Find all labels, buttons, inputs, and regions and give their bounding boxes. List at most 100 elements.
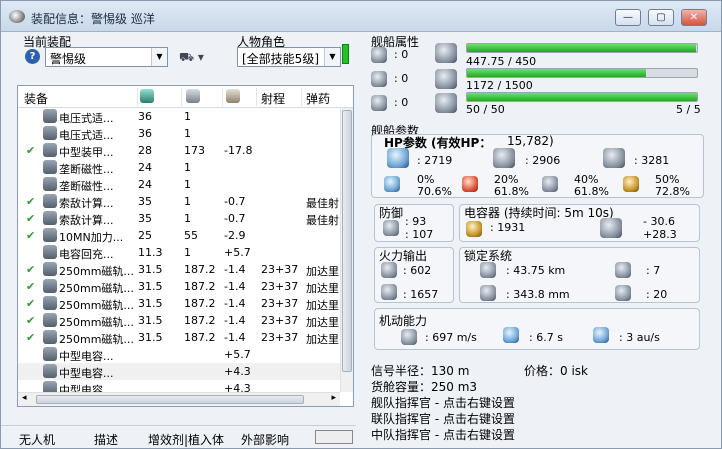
tab-external[interactable]: 外部影响 bbox=[241, 431, 289, 448]
module-pg: 24 bbox=[138, 161, 152, 174]
list-item[interactable]: 中型电容... +4.3 bbox=[18, 363, 340, 380]
structure-hp: : 3281 bbox=[634, 154, 670, 167]
horizontal-scrollbar[interactable]: ◂ ▸ bbox=[18, 392, 340, 406]
volley-value: : 1657 bbox=[403, 288, 439, 301]
header-ammo[interactable]: 弹药 bbox=[306, 90, 330, 107]
fitting-select[interactable]: 警惕级 ▼ bbox=[45, 47, 168, 67]
defense-title: 防御 bbox=[379, 206, 404, 220]
module-icon bbox=[43, 211, 57, 225]
character-select[interactable]: [全部技能5级] ▼ bbox=[237, 47, 341, 67]
list-item[interactable]: ✔ 250mm磁轨... 31.5 187.2 -1.4 23+37 加达里 bbox=[18, 278, 340, 295]
module-list[interactable]: 装备 射程 弹药 电压式适... 36 1 电压式适... 36 1 ✔ 中型装甲... 28 1… bbox=[17, 85, 354, 407]
max-velocity-icon bbox=[401, 329, 417, 345]
hp-group: HP参数 (有效HP： 15,782) : 2719 : 2906 : 3281… bbox=[371, 134, 704, 198]
list-item[interactable]: 电压式适... 36 1 bbox=[18, 108, 340, 125]
em-resist-icon bbox=[384, 176, 400, 192]
scroll-thumb[interactable] bbox=[36, 395, 304, 404]
module-pg: 11.3 bbox=[138, 246, 163, 259]
vertical-scrollbar[interactable] bbox=[340, 108, 353, 392]
dps-icon bbox=[381, 262, 397, 278]
tab-boosters-implants[interactable]: 增效剂|植入体 bbox=[148, 431, 224, 448]
module-pg: 31.5 bbox=[138, 263, 163, 276]
chevron-down-icon: ▼ bbox=[324, 48, 340, 66]
explosive-resist-armor: 72.8% bbox=[655, 185, 690, 198]
list-item[interactable]: ✔ 250mm磁轨... 31.5 187.2 -1.4 23+37 加达里 bbox=[18, 261, 340, 278]
fitting-window: 装配信息：警惕级 巡洋 — ▢ ✕ 当前装配 ? 警惕级 ▼ ⛟ ▾ 人物角色 … bbox=[0, 0, 722, 449]
wing-commander[interactable]: 联队指挥官 - 点击右键设置 bbox=[371, 410, 515, 427]
module-pg: 31.5 bbox=[138, 314, 163, 327]
list-item[interactable]: 电容回充... 11.3 1 +5.7 bbox=[18, 244, 340, 261]
module-ammo: 加达里 bbox=[306, 265, 339, 278]
cap-header-icon[interactable] bbox=[226, 89, 240, 103]
module-icon bbox=[43, 126, 57, 140]
mobility-title: 机动能力 bbox=[379, 314, 428, 328]
fleet-commander[interactable]: 舰队指挥官 - 点击右键设置 bbox=[371, 394, 515, 411]
module-icon bbox=[43, 228, 57, 242]
signature-radius: 信号半径：130 m bbox=[371, 364, 470, 378]
cpu-bar bbox=[466, 68, 698, 78]
help-icon[interactable]: ? bbox=[25, 49, 40, 64]
calibration-bar bbox=[466, 92, 698, 102]
module-icon bbox=[43, 177, 57, 191]
list-item[interactable]: ✔ 索敌计算... 35 1 -0.7 最佳射 bbox=[18, 193, 340, 210]
module-cpu: 55 bbox=[184, 229, 198, 242]
squad-commander[interactable]: 中队指挥官 - 点击右键设置 bbox=[371, 426, 515, 443]
checkmark-icon: ✔ bbox=[26, 195, 36, 208]
pg-header-icon[interactable] bbox=[140, 89, 154, 103]
high-slot-icon bbox=[371, 47, 387, 63]
maximize-button[interactable]: ▢ bbox=[648, 9, 674, 26]
list-item[interactable]: ✔ 250mm磁轨... 31.5 187.2 -1.4 23+37 加达里 bbox=[18, 329, 340, 346]
list-item[interactable]: ✔ 250mm磁轨... 31.5 187.2 -1.4 23+37 加达里 bbox=[18, 295, 340, 312]
module-pg: 25 bbox=[138, 229, 152, 242]
structure-icon bbox=[603, 148, 625, 168]
capacitor-group: 电容器 (持续时间: 5m 10s) : 1931 - 30.6 +28.3 bbox=[459, 204, 700, 242]
list-item[interactable]: ✔ 10MN加力... 25 55 -2.9 bbox=[18, 227, 340, 244]
module-name: 电压式适... bbox=[59, 129, 114, 142]
list-item[interactable]: ✔ 250mm磁轨... 31.5 187.2 -1.4 23+37 加达里 bbox=[18, 312, 340, 329]
list-item[interactable]: ✔ 索敌计算... 35 1 -0.7 最佳射 bbox=[18, 210, 340, 227]
checkmark-icon: ✔ bbox=[26, 229, 36, 242]
module-cpu: 1 bbox=[184, 110, 191, 123]
scroll-thumb[interactable] bbox=[342, 110, 352, 372]
armor-icon bbox=[493, 148, 515, 168]
tab-description[interactable]: 描述 bbox=[94, 431, 118, 448]
module-name: 垄断磁性... bbox=[59, 163, 114, 176]
list-item[interactable]: ✔ 中型装甲... 28 173 -17.8 bbox=[18, 142, 340, 159]
capacitor-icon bbox=[466, 221, 482, 237]
powergrid-bar bbox=[466, 43, 698, 53]
header-range[interactable]: 射程 bbox=[261, 90, 285, 107]
cpu-header-icon[interactable] bbox=[186, 89, 200, 103]
list-item[interactable]: 垄断磁性... 24 1 bbox=[18, 159, 340, 176]
module-icon bbox=[43, 364, 57, 378]
list-item[interactable]: 垄断磁性... 24 1 bbox=[18, 176, 340, 193]
close-button[interactable]: ✕ bbox=[681, 9, 707, 26]
calibration-icon bbox=[435, 93, 457, 113]
module-name: 250mm磁轨... bbox=[59, 299, 133, 312]
tab-scroll-button[interactable] bbox=[315, 430, 353, 444]
module-cpu: 173 bbox=[184, 144, 205, 157]
module-cap: -1.4 bbox=[224, 297, 246, 310]
list-item[interactable]: 中型电容... +5.7 bbox=[18, 346, 340, 363]
shield-hp: : 2719 bbox=[417, 154, 453, 167]
kinetic-resist-icon bbox=[542, 176, 558, 192]
header-module[interactable]: 装备 bbox=[24, 90, 48, 107]
tab-drones[interactable]: 无人机 bbox=[19, 431, 55, 448]
ship-dropdown-icon[interactable]: ⛟ ▾ bbox=[179, 50, 215, 66]
module-cpu: 1 bbox=[184, 212, 191, 225]
max-velocity: : 697 m/s bbox=[425, 331, 477, 344]
module-cap: -1.4 bbox=[224, 280, 246, 293]
module-ammo: 最佳射 bbox=[306, 197, 339, 210]
module-pg: 24 bbox=[138, 178, 152, 191]
module-pg: 35 bbox=[138, 195, 152, 208]
module-icon bbox=[43, 330, 57, 344]
module-cpu: 187.2 bbox=[184, 331, 216, 344]
checkmark-icon: ✔ bbox=[26, 314, 36, 327]
app-icon bbox=[9, 10, 25, 23]
module-rows: 电压式适... 36 1 电压式适... 36 1 ✔ 中型装甲... 28 173 -17.8 垄断… bbox=[18, 108, 340, 404]
minimize-button[interactable]: — bbox=[615, 9, 641, 26]
targeting-range-icon bbox=[480, 262, 496, 278]
character-select-value: [全部技能5级] bbox=[242, 52, 319, 66]
dps-value: : 602 bbox=[403, 264, 432, 277]
list-item[interactable]: 电压式适... 36 1 bbox=[18, 125, 340, 142]
turret-slots: 5 / 5 bbox=[676, 103, 701, 116]
